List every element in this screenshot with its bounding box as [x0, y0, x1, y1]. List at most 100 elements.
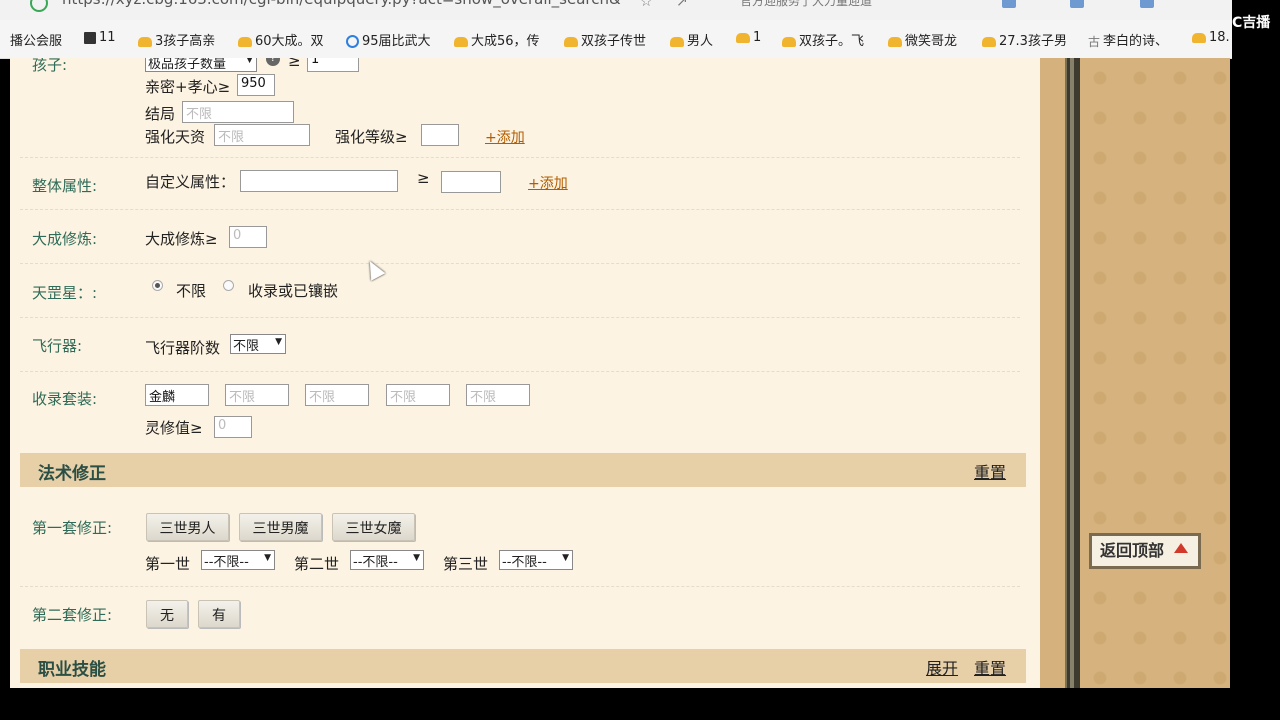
- bookmark-item[interactable]: 微笑哥龙: [888, 30, 957, 49]
- children-label: 孩子:: [32, 58, 68, 74]
- bookmark-item[interactable]: 60大成。双: [238, 30, 324, 49]
- extension-icon[interactable]: [1070, 0, 1084, 8]
- url-text[interactable]: https://xyz.cbg.163.com/cgi-bin/equipque…: [62, 0, 621, 8]
- life3-select[interactable]: --不限--: [499, 550, 573, 570]
- radio-any-label: 不限: [176, 282, 207, 300]
- star-icon[interactable]: ☆: [640, 0, 653, 10]
- enhance-level-input[interactable]: [421, 124, 459, 146]
- overall-label: 整体属性:: [32, 177, 98, 195]
- bookmark-icon: [238, 36, 252, 47]
- dacheng-label: 大成修炼:: [32, 230, 98, 248]
- dacheng-field-label: 大成修炼≥: [145, 230, 218, 248]
- suit-input[interactable]: 金麟: [145, 384, 209, 406]
- divider: [20, 209, 1020, 210]
- aircraft-select[interactable]: 不限: [230, 334, 286, 354]
- extension-icon[interactable]: [1002, 0, 1016, 8]
- intimacy-label: 亲密+孝心≥: [145, 78, 231, 96]
- suit-input[interactable]: 不限: [386, 384, 450, 406]
- section-title: 职业技能: [38, 660, 106, 680]
- forward-arrow-icon[interactable]: ↗: [676, 0, 688, 10]
- help-icon[interactable]: ?: [266, 58, 280, 66]
- divider: [20, 586, 1020, 587]
- intimacy-input[interactable]: 950: [237, 74, 275, 96]
- life2-select[interactable]: --不限--: [350, 550, 424, 570]
- aircraft-label: 飞行器:: [32, 337, 83, 355]
- children-quantity-input[interactable]: 1: [307, 58, 359, 72]
- dark-square-icon: [84, 31, 96, 44]
- bookmark-item[interactable]: 大成56，传: [454, 30, 540, 49]
- bookmark-icon: [454, 36, 468, 47]
- border-stripe: [1070, 58, 1074, 688]
- bookmark-item[interactable]: 1: [736, 30, 761, 45]
- suit-input[interactable]: 不限: [305, 384, 369, 406]
- custom-attr-label: 自定义属性：: [145, 173, 236, 191]
- spell-section-header: 法术修正 重置: [20, 453, 1026, 487]
- divider: [20, 317, 1020, 318]
- bookmark-icon: [982, 36, 996, 47]
- blue-circle-icon: [346, 35, 359, 48]
- bookmark-item[interactable]: 27.3孩子男: [982, 30, 1067, 49]
- ge-symbol: ≥: [288, 58, 301, 70]
- spirit-input[interactable]: 0: [214, 416, 252, 438]
- reset-link[interactable]: 重置: [974, 459, 1006, 483]
- search-form: 孩子: 极品孩子数量 ? ≥ 1 亲密+孝心≥ 950 结局 不限 强化天资 不…: [10, 58, 1040, 688]
- bookmark-item[interactable]: 双孩子。飞: [782, 30, 864, 49]
- custom-attr-input[interactable]: [240, 170, 398, 192]
- overlay-logo: C吉播: [1232, 0, 1280, 38]
- bookmark-icon: [670, 36, 684, 47]
- bookmark-icon: [1192, 32, 1206, 43]
- radio-any[interactable]: [152, 280, 163, 291]
- bookmark-item[interactable]: 播公会服: [10, 30, 62, 49]
- address-bar[interactable]: https://xyz.cbg.163.com/cgi-bin/equipque…: [0, 0, 1232, 20]
- children-quantity-select[interactable]: 极品孩子数量: [145, 58, 257, 72]
- preset-button[interactable]: 三世男魔: [239, 513, 322, 541]
- ending-label: 结局: [145, 105, 176, 123]
- back-to-top-button[interactable]: 返回顶部: [1089, 533, 1201, 569]
- bookmark-item[interactable]: 3孩子高亲: [138, 30, 215, 49]
- divider: [20, 371, 1020, 372]
- bookmarks-bar: 播公会服 11 3孩子高亲 60大成。双 95届比武大 大成56，传 双孩子传世…: [0, 20, 1232, 59]
- bookmark-item[interactable]: 双孩子传世: [564, 30, 646, 49]
- expand-link[interactable]: 展开: [926, 655, 958, 679]
- tab-title[interactable]: 官方迎服务了大力量迎道: [740, 0, 872, 9]
- bookmark-icon: [888, 36, 902, 47]
- aircraft-field-label: 飞行器阶数: [145, 339, 221, 357]
- life1-label: 第一世: [145, 555, 191, 573]
- suit-input[interactable]: 不限: [466, 384, 530, 406]
- bookmark-icon: [564, 36, 578, 47]
- add-overall-link[interactable]: +添加: [528, 173, 568, 193]
- spirit-label: 灵修值≥: [145, 419, 203, 437]
- poem-icon: 古: [1088, 35, 1101, 49]
- bookmark-item[interactable]: 95届比武大: [346, 30, 431, 49]
- ge-symbol: ≥: [417, 169, 430, 187]
- bookmark-item[interactable]: 古李白的诗、: [1088, 30, 1168, 50]
- preset-button[interactable]: 三世女魔: [332, 513, 415, 541]
- bookmark-item[interactable]: 男人: [670, 30, 713, 49]
- suits-label: 收录套装:: [32, 390, 98, 408]
- custom-attr-value-input[interactable]: [441, 171, 501, 193]
- talent-input[interactable]: 不限: [214, 124, 310, 146]
- bookmark-item[interactable]: 18.: [1192, 30, 1230, 45]
- bookmark-icon: [138, 36, 152, 47]
- option-yes-button[interactable]: 有: [198, 600, 240, 628]
- radio-inlaid-label: 收录或已镶嵌: [248, 282, 339, 300]
- tiangang-label: 天罡星：:: [32, 284, 98, 302]
- preset-button[interactable]: 三世男人: [146, 513, 229, 541]
- ending-input[interactable]: 不限: [182, 101, 294, 123]
- side-background: [1080, 58, 1230, 688]
- suit-input[interactable]: 不限: [225, 384, 289, 406]
- radio-inlaid[interactable]: [223, 280, 234, 291]
- bookmark-icon: [736, 32, 750, 43]
- dacheng-input[interactable]: 0: [229, 226, 267, 248]
- extension-icon[interactable]: [1140, 0, 1154, 8]
- add-attribute-link[interactable]: +添加: [485, 127, 525, 147]
- reset-link[interactable]: 重置: [974, 655, 1006, 679]
- life1-select[interactable]: --不限--: [201, 550, 275, 570]
- life3-label: 第三世: [443, 555, 489, 573]
- enhance-level-label: 强化等级≥: [335, 128, 408, 146]
- divider: [20, 263, 1020, 264]
- bookmark-item[interactable]: 11: [84, 30, 116, 45]
- option-none-button[interactable]: 无: [146, 600, 188, 628]
- job-section-header: 职业技能 展开 重置: [20, 649, 1026, 683]
- page-border: [1040, 58, 1081, 688]
